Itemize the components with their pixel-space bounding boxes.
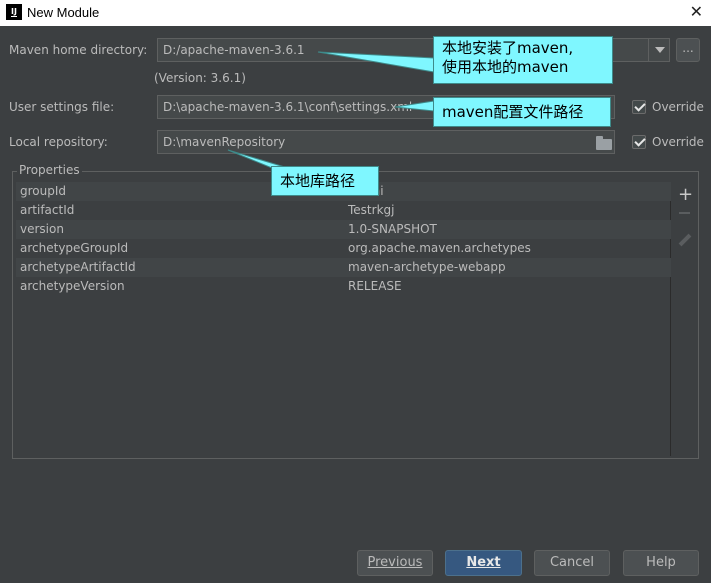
next-button-label: Next [466,555,501,570]
next-button[interactable]: Next [445,550,522,576]
callout-maven-local: 本地安装了maven, 使用本地的maven [433,36,613,84]
help-button[interactable]: Help [623,550,699,576]
callout-pointer-maven [317,51,435,73]
callout-pointers [227,51,435,169]
callout-settings-path: maven配置文件路径 [433,97,611,127]
previous-button-label: Previous [367,555,423,570]
cancel-button[interactable]: Cancel [534,550,610,576]
callout-repo-path: 本地库路径 [271,166,379,196]
previous-button[interactable]: Previous [357,550,433,576]
callout-pointer-settings [394,100,435,112]
callout-line: 本地安装了maven, [442,39,574,57]
callout-line: 使用本地的maven [442,58,569,76]
